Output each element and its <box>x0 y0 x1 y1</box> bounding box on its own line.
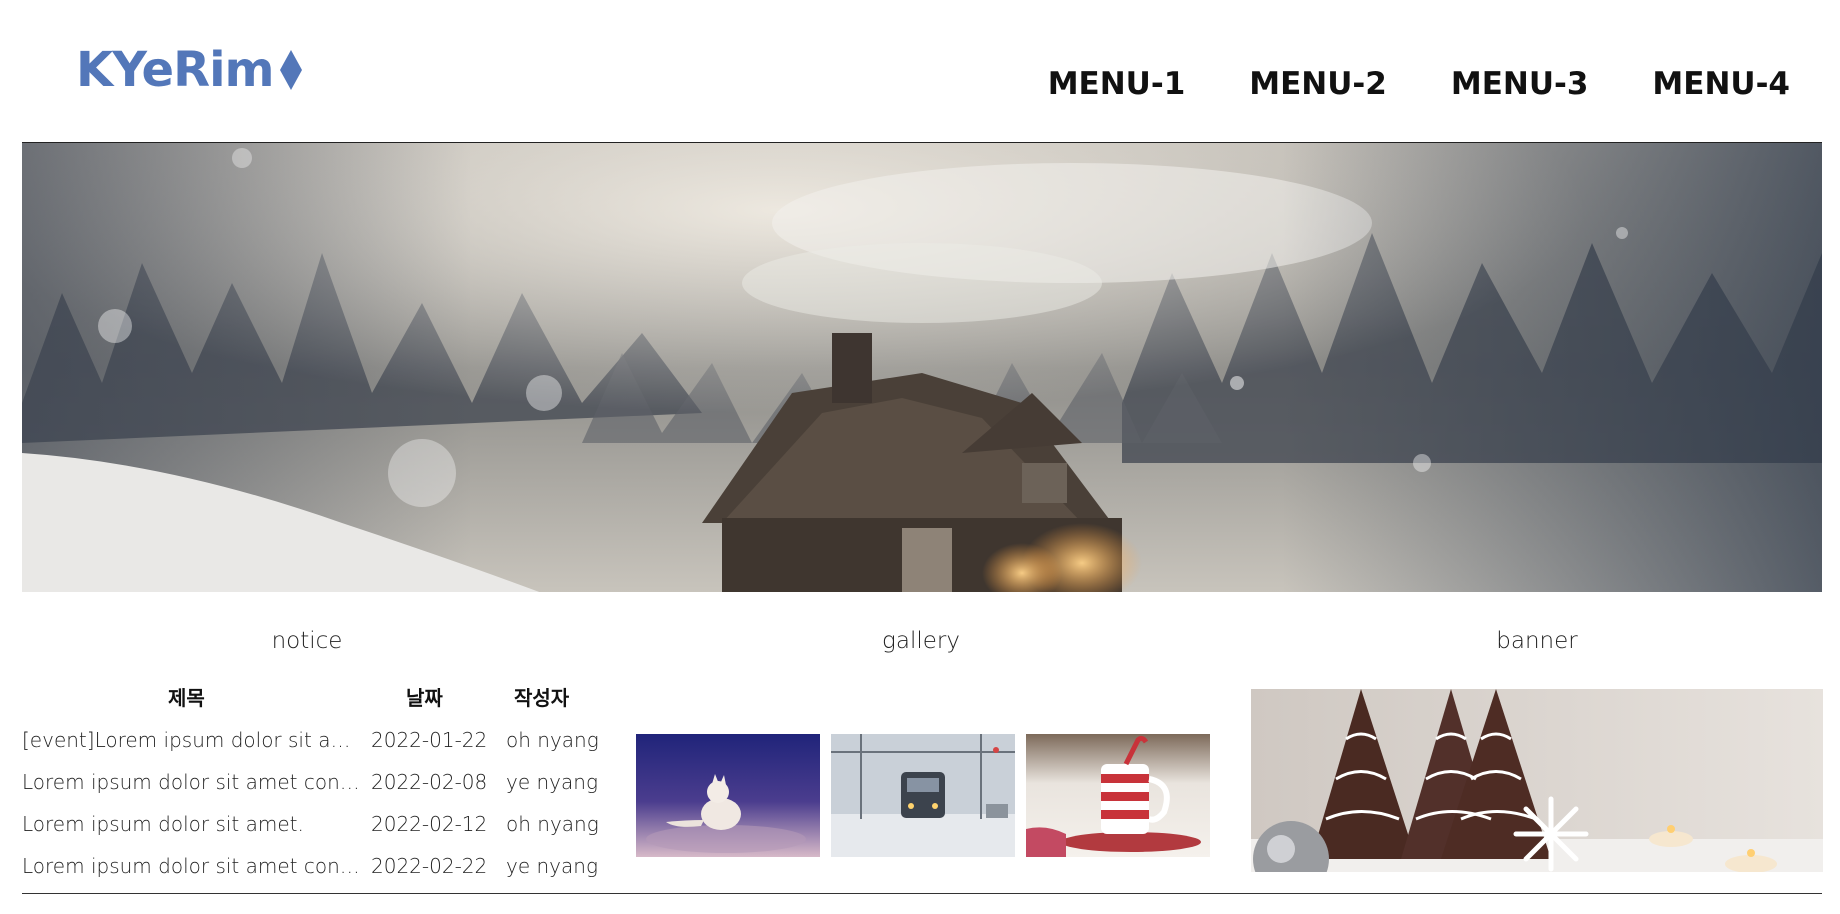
logo-text: KYeRim <box>76 42 275 98</box>
notice-row-author: oh nyang <box>506 812 599 836</box>
hero-image <box>22 142 1822 592</box>
notice-row[interactable]: Lorem ipsum dolor sit amet consectetur 2… <box>22 854 622 896</box>
notice-row-date: 2022-02-12 <box>371 812 488 836</box>
gallery-image-hot-cocoa[interactable] <box>1026 734 1210 857</box>
notice-title: notice <box>271 628 343 654</box>
notice-row[interactable]: Lorem ipsum dolor sit amet. 2022-02-12 o… <box>22 812 622 854</box>
banner-image[interactable] <box>1251 689 1823 872</box>
notice-row[interactable]: Lorem ipsum dolor sit amet consectetur 2… <box>22 770 622 812</box>
logo[interactable]: KYeRim <box>76 42 302 98</box>
nav-menu-1[interactable]: MENU-1 <box>1048 66 1186 102</box>
notice-row-author: ye nyang <box>506 770 598 794</box>
notice-row-title[interactable]: Lorem ipsum dolor sit amet consectetur <box>22 854 362 878</box>
notice-row-author: ye nyang <box>506 854 598 878</box>
notice-row-date: 2022-02-22 <box>371 854 488 878</box>
gallery-image-arctic-fox[interactable] <box>636 734 820 857</box>
notice-row-title[interactable]: [event]Lorem ipsum dolor sit amet. <box>22 728 362 752</box>
notice-row-date: 2022-02-08 <box>371 770 488 794</box>
diamond-icon <box>279 50 302 90</box>
gallery-title: gallery <box>882 628 960 654</box>
site-header: KYeRim MENU-1 MENU-2 MENU-3 MENU-4 <box>0 0 1840 143</box>
footer-divider <box>22 893 1822 894</box>
nav-menu-4[interactable]: MENU-4 <box>1652 66 1790 102</box>
banner-title: banner <box>1496 628 1578 654</box>
nav-menu-3[interactable]: MENU-3 <box>1451 66 1589 102</box>
notice-row-title[interactable]: Lorem ipsum dolor sit amet consectetur <box>22 770 362 794</box>
nav-menu-2[interactable]: MENU-2 <box>1249 66 1387 102</box>
notice-row[interactable]: [event]Lorem ipsum dolor sit amet. 2022-… <box>22 728 622 770</box>
notice-col-author: 작성자 <box>514 686 570 710</box>
main-nav: MENU-1 MENU-2 MENU-3 MENU-4 <box>984 66 1790 102</box>
notice-col-date: 날짜 <box>406 686 443 710</box>
notice-row-date: 2022-01-22 <box>371 728 488 752</box>
gallery-image-snowy-train[interactable] <box>831 734 1015 857</box>
notice-row-title[interactable]: Lorem ipsum dolor sit amet. <box>22 812 362 836</box>
notice-col-title: 제목 <box>168 686 205 710</box>
notice-row-author: oh nyang <box>506 728 599 752</box>
